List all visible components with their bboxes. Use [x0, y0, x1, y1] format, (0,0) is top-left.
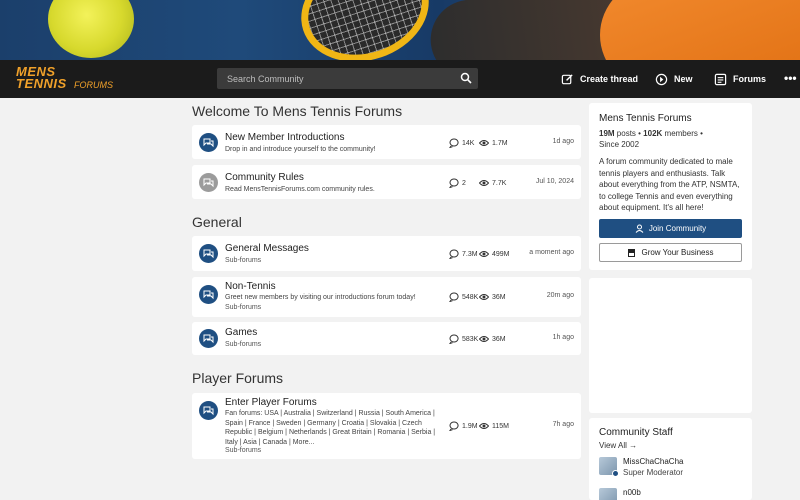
forum-description: Greet new members by visiting our introd…: [225, 294, 416, 301]
player-shirt-image: [600, 0, 800, 60]
comment-icon: [449, 249, 459, 259]
new-icon: [655, 73, 668, 85]
view-count: 36M: [479, 334, 506, 344]
community-info-card: Mens Tennis Forums 19M posts • 102K memb…: [589, 103, 752, 270]
forum-description: Fan forums: USA | Australia | Switzerlan…: [225, 410, 436, 446]
community-staff-card: Community Staff View All → MissChaChaCha…: [589, 418, 752, 500]
view-all-link[interactable]: View All →: [599, 441, 637, 450]
view-count: 36M: [479, 292, 506, 302]
view-count: 7.7K: [479, 178, 506, 188]
thread-count: 1.9M: [449, 421, 478, 431]
logo-line2: TENNIS: [16, 76, 67, 91]
create-thread-icon: [561, 73, 573, 84]
eye-icon: [479, 423, 489, 429]
last-activity: 20m ago: [546, 292, 574, 299]
forum-chat-icon: [199, 285, 218, 304]
thread-count: 583K: [449, 334, 478, 344]
search-input[interactable]: [217, 68, 452, 89]
last-activity: 1h ago: [552, 334, 574, 341]
comment-icon: [449, 334, 459, 344]
forum-row[interactable]: General Messages Sub-forums 7.3M 499M a …: [192, 236, 581, 271]
forums-icon: [714, 73, 727, 85]
staff-title: Community Staff: [599, 427, 673, 438]
staff-member[interactable]: MissChaChaCha Super Moderator: [599, 457, 683, 477]
view-count: 499M: [479, 249, 510, 259]
subforums-link[interactable]: Sub-forums: [225, 341, 261, 348]
thread-count: 14K: [449, 138, 474, 148]
staff-name[interactable]: n00b: [623, 488, 641, 497]
eye-icon: [479, 336, 489, 342]
join-community-button[interactable]: Join Community: [599, 219, 742, 238]
forum-row[interactable]: Enter Player Forums Fan forums: USA | Au…: [192, 393, 581, 459]
forum-title[interactable]: Enter Player Forums: [225, 397, 317, 408]
search-icon[interactable]: [460, 72, 472, 84]
section-title-player-forums: Player Forums: [192, 370, 284, 386]
comment-icon: [449, 421, 459, 431]
last-activity: 7h ago: [552, 421, 574, 428]
community-description: A forum community dedicated to male tenn…: [599, 157, 740, 212]
hero-banner: [0, 0, 800, 60]
view-count: 1.7M: [479, 138, 508, 148]
section-title-general: General: [192, 214, 242, 230]
user-icon: [635, 224, 644, 233]
forums-button[interactable]: Forums: [714, 71, 766, 87]
community-title: Mens Tennis Forums: [599, 113, 692, 124]
forums-label: Forums: [733, 74, 767, 84]
staff-member[interactable]: n00b: [599, 488, 641, 500]
logo-suffix: FORUMS: [74, 80, 113, 90]
last-activity: 1d ago: [552, 138, 574, 145]
eye-icon: [479, 140, 489, 146]
forum-chat-icon: [199, 401, 218, 420]
last-activity: a moment ago: [529, 249, 574, 256]
subforums-link[interactable]: Sub-forums: [225, 304, 261, 311]
forum-chat-icon: [199, 329, 218, 348]
thread-count: 2: [449, 178, 466, 188]
grow-business-button[interactable]: Grow Your Business: [599, 243, 742, 262]
staff-role: Super Moderator: [623, 468, 684, 477]
section-title-welcome: Welcome To Mens Tennis Forums: [192, 103, 403, 119]
forum-row[interactable]: Community Rules Read MensTennisForums.co…: [192, 165, 581, 199]
new-button[interactable]: New: [655, 71, 693, 87]
tennis-ball-image: [48, 0, 134, 58]
eye-icon: [479, 294, 489, 300]
last-activity: Jul 10, 2024: [535, 178, 574, 185]
new-label: New: [674, 74, 693, 84]
avatar: [599, 457, 619, 477]
eye-icon: [479, 180, 489, 186]
create-thread-label: Create thread: [580, 74, 639, 84]
forum-title[interactable]: Community Rules: [225, 172, 304, 183]
forum-row[interactable]: Non-Tennis Greet new members by visiting…: [192, 277, 581, 317]
comment-icon: [449, 138, 459, 148]
forum-chat-icon: [199, 133, 218, 152]
forum-row[interactable]: Games Sub-forums 583K 36M 1h ago: [192, 322, 581, 355]
subforums-link[interactable]: Sub-forums: [225, 257, 261, 264]
forum-title[interactable]: Games: [225, 327, 257, 338]
view-count: 115M: [479, 421, 509, 431]
forum-title[interactable]: New Member Introductions: [225, 132, 345, 143]
forum-description: Read MensTennisForums.com community rule…: [225, 186, 375, 193]
comment-icon: [449, 292, 459, 302]
community-stats: 19M posts • 102K members • Since 2002: [599, 129, 703, 149]
forum-chat-icon: [199, 173, 218, 192]
forum-row[interactable]: New Member Introductions Drop in and int…: [192, 125, 581, 159]
store-icon: [628, 249, 636, 257]
thread-count: 7.3M: [449, 249, 478, 259]
racket-image: [287, 0, 443, 60]
more-menu-icon[interactable]: •••: [784, 71, 797, 85]
forum-chat-icon: [199, 244, 218, 263]
forum-title[interactable]: Non-Tennis: [225, 281, 276, 292]
forum-title[interactable]: General Messages: [225, 243, 309, 254]
forum-description: Drop in and introduce yourself to the co…: [225, 146, 376, 153]
ad-placeholder: [589, 278, 752, 413]
comment-icon: [449, 178, 459, 188]
subforums-link[interactable]: Sub-forums: [225, 447, 261, 454]
moderator-badge-icon: [612, 470, 619, 477]
avatar: [599, 488, 617, 500]
staff-name[interactable]: MissChaChaCha: [623, 457, 683, 466]
create-thread-button[interactable]: Create thread: [561, 71, 638, 87]
thread-count: 548K: [449, 292, 478, 302]
site-logo[interactable]: MENS TENNIS FORUMS: [16, 64, 136, 94]
eye-icon: [479, 251, 489, 257]
search-bar: [217, 68, 478, 89]
